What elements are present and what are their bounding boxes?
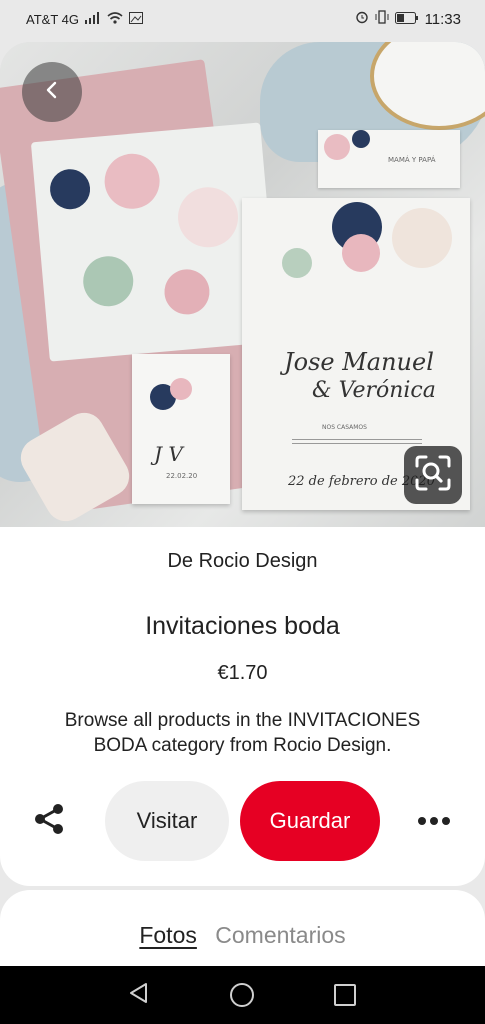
visit-button[interactable]: Visitar (105, 781, 229, 861)
invite-cream-flower (392, 208, 452, 268)
nav-home-icon[interactable] (230, 983, 254, 1007)
status-bar: AT&T 4G 11:33 (0, 0, 485, 40)
invite-leaves (282, 248, 312, 278)
pink-flower (102, 151, 162, 212)
visual-search-button[interactable] (404, 446, 462, 504)
vibrate-icon (375, 10, 389, 28)
invite-names-line1: Jose Manuel (284, 348, 434, 376)
pin-image[interactable]: MAMÁ Y PAPÁ Jose Manuel & Verónica NOS C… (0, 42, 485, 527)
more-dot-icon (442, 817, 450, 825)
pin-card: MAMÁ Y PAPÁ Jose Manuel & Verónica NOS C… (0, 42, 485, 886)
chevron-left-icon (43, 81, 61, 104)
invite-heading: NOS CASAMOS (322, 424, 367, 431)
status-right: 11:33 (355, 10, 461, 28)
pin-price: €1.70 (217, 662, 268, 684)
tag-pink-flower (170, 378, 192, 400)
pin-title: Invitaciones boda (145, 612, 340, 640)
navy-flower (48, 167, 92, 211)
place-card: MAMÁ Y PAPÁ (318, 130, 460, 188)
tab-bar: Fotos Comentarios (0, 922, 485, 949)
share-icon (32, 802, 66, 841)
blush-flower (175, 184, 241, 250)
nav-recents-icon[interactable] (334, 984, 356, 1006)
by-prefix: De (167, 550, 194, 572)
tab-fotos[interactable]: Fotos (139, 922, 197, 949)
more-dot-icon (430, 817, 438, 825)
image-notification-icon (128, 12, 143, 27)
system-nav-bar (0, 966, 485, 1024)
save-button[interactable]: Guardar (240, 781, 380, 861)
clock: 11:33 (424, 10, 461, 28)
invite-body-lines (292, 436, 422, 447)
signal-icon (84, 12, 101, 27)
invite-pink-flower (342, 234, 380, 272)
gift-tag: J V 22.02.20 (132, 354, 230, 504)
nav-back-icon[interactable] (128, 982, 150, 1009)
tab-comentarios[interactable]: Comentarios (215, 922, 345, 949)
pin-description: Browse all products in the INVITACIONES … (64, 710, 421, 756)
strip-navy-flower (352, 130, 370, 148)
rose-flower (162, 267, 212, 317)
more-dot-icon (418, 817, 426, 825)
tag-initials: J V (154, 442, 183, 466)
more-options-button[interactable] (412, 806, 456, 836)
author-link[interactable]: Rocio Design (199, 550, 318, 572)
wifi-icon (107, 12, 123, 27)
invite-names-line2: & Verónica (312, 378, 436, 403)
strip-text: MAMÁ Y PAPÁ (388, 156, 436, 164)
tag-date: 22.02.20 (166, 472, 198, 480)
author-line: De Rocio Design (0, 550, 485, 573)
carrier-label: AT&T 4G (26, 12, 79, 27)
screen: AT&T 4G 11:33 MAMÁ Y PAPÁ Jose Manuel & … (0, 0, 485, 1024)
leaf-cluster (81, 254, 136, 309)
back-button[interactable] (22, 62, 82, 122)
visual-search-icon (414, 454, 452, 497)
battery-icon (394, 11, 419, 28)
share-button[interactable] (28, 800, 70, 842)
alarm-icon (355, 10, 369, 28)
strip-flower (324, 134, 350, 160)
status-left: AT&T 4G (26, 12, 143, 27)
